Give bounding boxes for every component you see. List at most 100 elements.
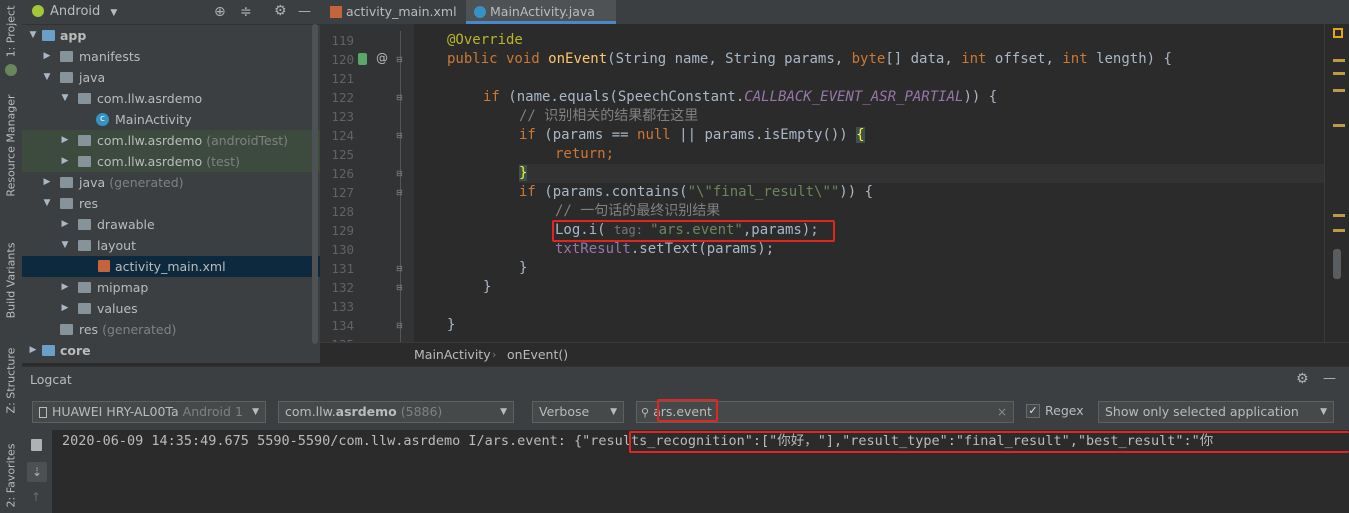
fold-icon[interactable]: ⊟ xyxy=(396,188,403,197)
breadcrumb-class[interactable]: MainActivity xyxy=(414,343,491,367)
tool-tab-build-variants[interactable]: Build Variants xyxy=(0,230,22,330)
warning-marker[interactable] xyxy=(1333,229,1345,232)
logcat-output[interactable]: 2020-06-09 14:35:49.675 5590-5590/com.ll… xyxy=(52,430,1349,513)
tool-tab-favorites[interactable]: 2: Favorites xyxy=(0,440,22,510)
project-panel-header: Android ▼ ⊕ ≑ ⚙ — xyxy=(22,0,320,25)
device-selector[interactable]: HUAWEI HRY-AL00Ta Android 1 ▼ xyxy=(32,401,266,423)
tool-tab-project[interactable]: 1: Project xyxy=(0,0,22,62)
line-number: 120 xyxy=(331,52,354,67)
fold-icon[interactable]: ⊟ xyxy=(396,283,403,292)
breadcrumb-method[interactable]: onEvent() xyxy=(507,343,568,367)
project-scrollbar[interactable] xyxy=(312,24,318,344)
tree-item-label: com.llw.asrdemo xyxy=(97,91,203,106)
warning-marker[interactable] xyxy=(1333,72,1345,75)
override-gutter-icon[interactable] xyxy=(358,53,367,65)
tree-item-label: java xyxy=(79,70,106,85)
tab-activity-main-xml[interactable]: activity_main.xml × xyxy=(326,0,464,43)
line-number: 125 xyxy=(331,147,354,162)
folder-icon xyxy=(60,72,73,83)
tree-item-package-androidtest[interactable]: ▶ com.llw.asrdemo (androidTest) xyxy=(22,130,320,151)
tree-item-java[interactable]: ▼ java xyxy=(22,67,320,88)
tree-item-res[interactable]: ▼ res xyxy=(22,193,320,214)
tree-item-mipmap[interactable]: ▶ mipmap xyxy=(22,277,320,298)
process-selector[interactable]: com.llw.asrdemo (5886) ▼ xyxy=(278,401,514,423)
code-keyword: if xyxy=(519,184,536,200)
tree-item-app[interactable]: ▼ app xyxy=(22,25,320,46)
folder-icon xyxy=(78,303,91,314)
fold-icon[interactable]: ⊟ xyxy=(396,131,403,140)
tool-tab-resource-manager[interactable]: Resource Manager xyxy=(0,90,22,200)
fold-icon[interactable]: ⊟ xyxy=(396,93,403,102)
regex-label: Regex xyxy=(1045,403,1084,418)
regex-checkbox[interactable]: ✓ xyxy=(1026,404,1040,418)
tree-item-label: res xyxy=(79,196,99,211)
code-keyword: return; xyxy=(555,146,615,162)
code-editor[interactable]: @Override public void onEvent(String nam… xyxy=(414,24,1324,342)
tree-item-label: values xyxy=(97,301,138,316)
warning-marker[interactable] xyxy=(1333,89,1345,92)
code-line-122: if (name.equals(SpeechConstant.CALLBACK_… xyxy=(483,88,997,107)
tree-item-label: com.llw.asrdemo xyxy=(97,154,203,169)
chevron-right-icon: ▶ xyxy=(61,156,69,166)
gear-icon[interactable]: ⚙ xyxy=(274,3,287,19)
warning-icon[interactable] xyxy=(1333,28,1343,38)
module-folder-icon xyxy=(42,30,55,41)
project-view-selector-label: Android xyxy=(50,4,101,19)
code-brace-match: } xyxy=(519,165,528,181)
tree-item-res-generated[interactable]: res (generated) xyxy=(22,319,320,340)
project-view-selector[interactable]: Android ▼ xyxy=(50,0,117,25)
code-comment: // 一句话的最终识别结果 xyxy=(555,203,721,219)
code-text: || params.isEmpty()) xyxy=(670,127,857,143)
tree-item-core[interactable]: ▶ core xyxy=(22,340,320,361)
collapse-icon[interactable]: ≑ xyxy=(240,4,252,20)
fold-icon[interactable]: ⊟ xyxy=(396,264,403,273)
tab-mainactivity-java[interactable]: MainActivity.java × xyxy=(466,0,616,43)
gear-icon[interactable]: ⚙ xyxy=(1296,371,1309,387)
scroll-to-end-icon[interactable]: ⇣ xyxy=(27,462,47,482)
trash-icon[interactable] xyxy=(31,439,42,451)
tree-item-qualifier: (androidTest) xyxy=(206,133,289,148)
warning-marker[interactable] xyxy=(1333,59,1345,62)
tree-item-values[interactable]: ▶ values xyxy=(22,298,320,319)
chevron-down-icon: ▼ xyxy=(29,30,37,40)
tree-item-mainactivity[interactable]: c MainActivity xyxy=(22,109,320,130)
tree-item-activity-main-xml[interactable]: activity_main.xml xyxy=(22,256,320,277)
tree-item-label: MainActivity xyxy=(115,112,192,127)
logcat-side-toolbar: ⇣ ↑ xyxy=(22,430,53,513)
tool-tab-structure[interactable]: Z: Structure xyxy=(0,340,22,420)
tree-item-package-test[interactable]: ▶ com.llw.asrdemo (test) xyxy=(22,151,320,172)
chevron-right-icon: ▶ xyxy=(61,219,69,229)
tree-item-java-generated[interactable]: ▶ java (generated) xyxy=(22,172,320,193)
tree-item-layout[interactable]: ▼ layout xyxy=(22,235,320,256)
phone-icon xyxy=(39,407,47,418)
code-line-131: } xyxy=(519,259,527,278)
tree-item-label: mipmap xyxy=(97,280,149,295)
code-field: txtResult xyxy=(555,241,631,257)
line-number: 126 xyxy=(331,166,354,181)
filter-selector[interactable]: Show only selected application ▼ xyxy=(1098,401,1334,423)
tool-tab-favorites-label: 2: Favorites xyxy=(4,443,18,507)
tree-item-manifests[interactable]: ▶ manifests xyxy=(22,46,320,67)
code-text: (String name, String params, xyxy=(607,51,852,67)
fold-icon[interactable]: ⊟ xyxy=(396,321,403,330)
code-line-119: @Override xyxy=(447,31,523,50)
fold-icon[interactable]: ⊟ xyxy=(396,55,403,64)
tree-item-package[interactable]: ▼ com.llw.asrdemo xyxy=(22,88,320,109)
warning-marker[interactable] xyxy=(1333,124,1345,127)
hide-icon[interactable]: — xyxy=(1323,371,1336,386)
up-arrow-icon[interactable]: ↑ xyxy=(31,490,41,504)
target-icon[interactable]: ⊕ xyxy=(214,4,226,20)
tree-item-drawable[interactable]: ▶ drawable xyxy=(22,214,320,235)
fold-icon[interactable]: ⊟ xyxy=(396,169,403,178)
code-line-126: } xyxy=(519,164,1324,183)
line-number: 127 xyxy=(331,185,354,200)
clear-icon[interactable]: × xyxy=(997,402,1007,422)
tree-item-label: res xyxy=(79,322,99,337)
log-level-selector[interactable]: Verbose ▼ xyxy=(532,401,624,423)
editor-scrollbar-thumb[interactable] xyxy=(1333,249,1341,279)
folder-icon xyxy=(78,240,91,251)
editor-error-stripe[interactable] xyxy=(1324,24,1349,342)
hide-icon[interactable]: — xyxy=(298,4,311,19)
class-icon: c xyxy=(96,113,109,126)
warning-marker[interactable] xyxy=(1333,214,1345,217)
